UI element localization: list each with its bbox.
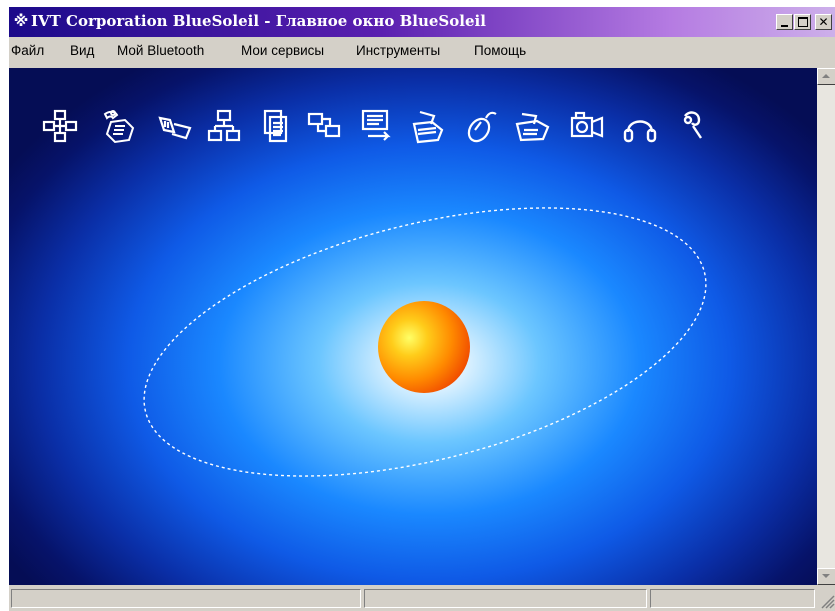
minimize-icon [781,25,788,27]
window-title: IVT Corporation BlueSoleil - Главное окн… [31,12,486,30]
minimize-button[interactable] [776,14,793,30]
maximize-button[interactable] [794,14,811,30]
scroll-down-button[interactable] [817,568,835,585]
status-cell-3 [650,589,815,608]
menu-my-bluetooth[interactable]: Мой Bluetooth [117,43,204,58]
scroll-up-button[interactable] [817,68,835,85]
bluetooth-icon[interactable]: ※ [13,12,29,30]
menu-bar: Файл Вид Мой Bluetooth Мои сервисы Инстр… [9,40,835,62]
arrow-up-icon [822,74,830,78]
resize-grip-icon[interactable] [817,591,835,609]
menu-file[interactable]: Файл [11,43,44,58]
status-bar [9,587,835,611]
status-cell-2 [364,589,647,608]
vertical-scrollbar[interactable] [817,68,835,585]
main-window: ※ IVT Corporation BlueSoleil - Главное о… [8,6,835,611]
arrow-down-icon [822,574,830,578]
device-view[interactable] [9,68,817,585]
menu-my-services[interactable]: Мои сервисы [241,43,324,58]
close-icon: ✕ [818,15,829,29]
menu-view[interactable]: Вид [70,43,94,58]
close-button[interactable]: ✕ [815,14,832,30]
maximize-icon [798,17,808,27]
menu-help[interactable]: Помощь [474,43,526,58]
menu-tools[interactable]: Инструменты [356,43,440,58]
local-device-sphere[interactable] [378,301,470,393]
status-cell-1 [11,589,361,608]
title-bar[interactable]: ※ IVT Corporation BlueSoleil - Главное о… [9,7,835,37]
